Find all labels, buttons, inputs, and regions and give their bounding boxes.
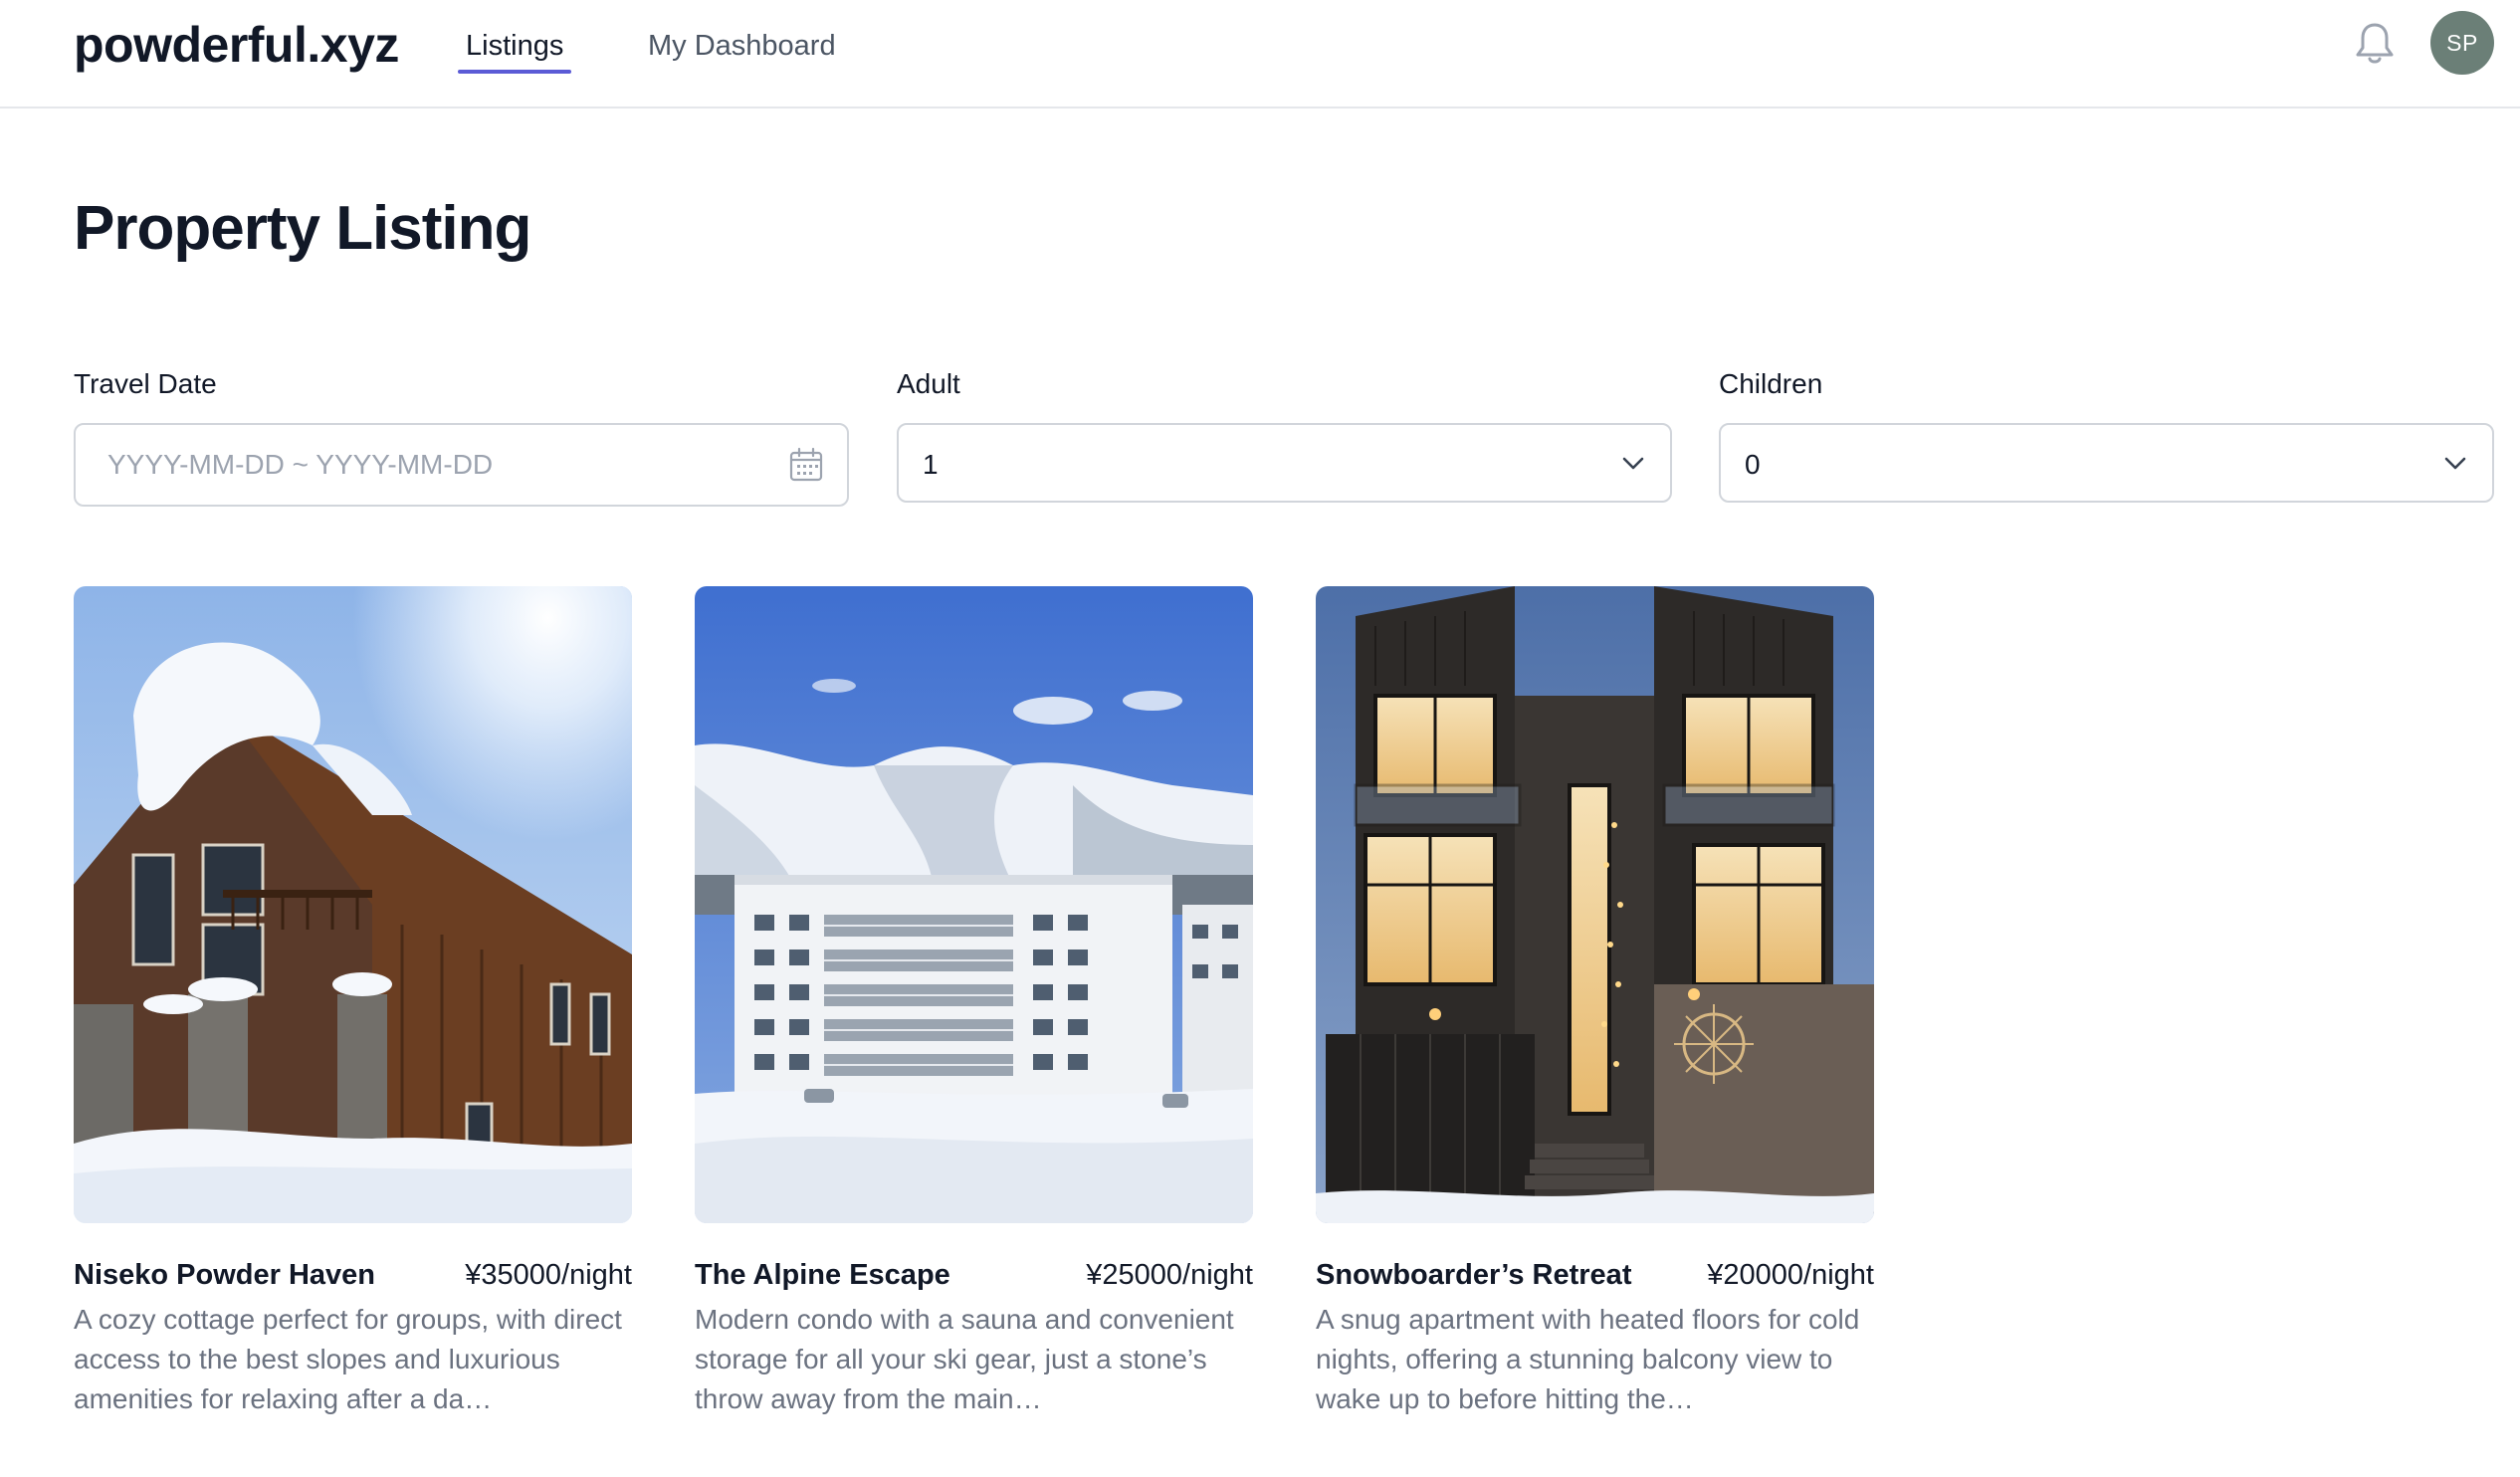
listing-price: ¥20000/night [1707, 1259, 1874, 1291]
tab-my-dashboard-label: My Dashboard [648, 30, 836, 62]
adult-select-value: 1 [923, 449, 939, 480]
travel-date-input[interactable]: YYYY-MM-DD ~ YYYY-MM-DD [74, 423, 849, 507]
tab-listings-label: Listings [466, 30, 564, 62]
listing-description: Modern condo with a sauna and convenient… [695, 1304, 1234, 1414]
page-title: Property Listing [74, 194, 531, 263]
listing-photo[interactable] [1316, 586, 1874, 1223]
listing-photo[interactable] [74, 586, 632, 1223]
tab-listings[interactable]: Listings [458, 22, 572, 74]
top-navigation-bar: powderful.xyz Listings My Dashboard SP [0, 0, 2520, 108]
listing-description: A cozy cottage perfect for groups, with … [74, 1304, 622, 1414]
travel-date-placeholder: YYYY-MM-DD ~ YYYY-MM-DD [107, 449, 494, 480]
children-select[interactable]: 0 [1719, 423, 2494, 503]
travel-date-label: Travel Date [74, 368, 217, 399]
listing-price: ¥25000/night [1086, 1259, 1253, 1291]
active-tab-indicator [458, 70, 572, 74]
tab-my-dashboard[interactable]: My Dashboard [648, 22, 836, 70]
brand-logo[interactable]: powderful.xyz [74, 14, 399, 76]
bell-icon[interactable] [2353, 20, 2397, 66]
chevron-down-icon [2439, 447, 2475, 483]
user-avatar[interactable]: SP [2430, 11, 2494, 75]
calendar-icon[interactable] [788, 447, 824, 483]
children-select-value: 0 [1745, 449, 1761, 480]
listing-price: ¥35000/night [465, 1259, 632, 1291]
chevron-down-icon [1617, 447, 1653, 483]
children-label: Children [1719, 368, 1823, 399]
listing-description: A snug apartment with heated floors for … [1316, 1304, 1860, 1414]
listing-name[interactable]: Niseko Powder Haven [74, 1255, 375, 1295]
adult-label: Adult [897, 368, 960, 399]
listing-name[interactable]: Snowboarder’s Retreat [1316, 1255, 1631, 1295]
listing-photo[interactable] [695, 586, 1253, 1223]
adult-select[interactable]: 1 [897, 423, 1672, 503]
listing-name[interactable]: The Alpine Escape [695, 1255, 950, 1295]
